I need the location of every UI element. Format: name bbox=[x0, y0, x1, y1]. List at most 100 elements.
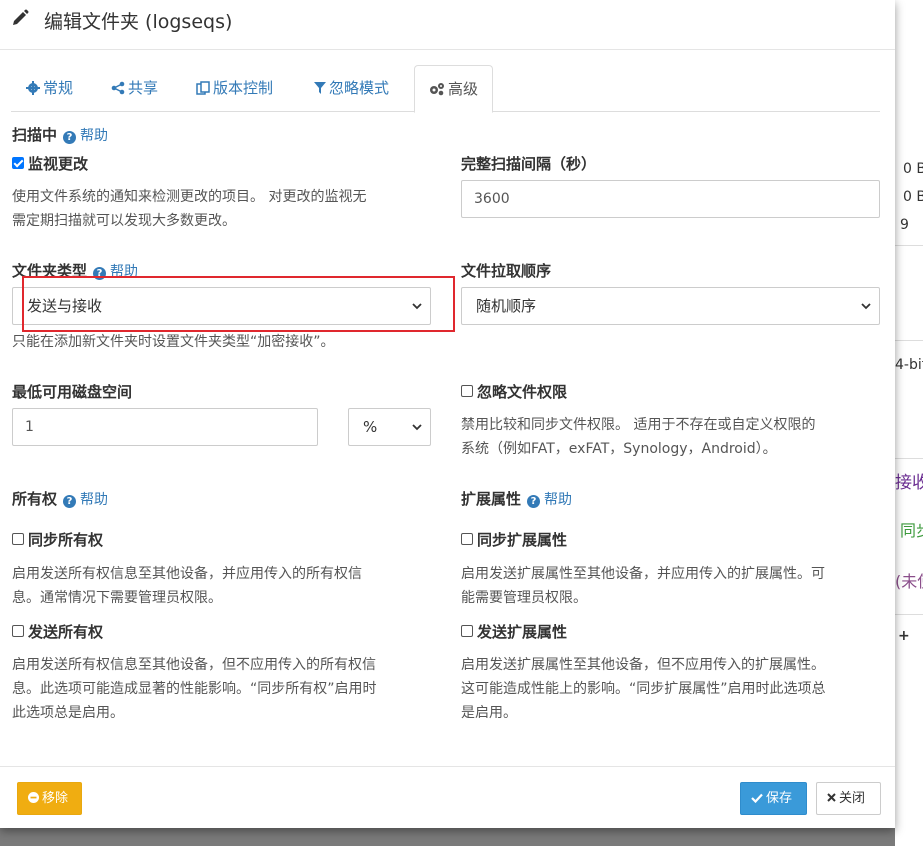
tab-ignore-patterns[interactable]: 忽略模式 bbox=[314, 65, 389, 112]
question-icon: ? bbox=[527, 495, 541, 508]
ignore-permissions-label: 忽略文件权限 bbox=[477, 383, 568, 401]
help-line: 息。通常情况下需要管理员权限。 bbox=[12, 590, 222, 606]
help-line: 禁用比较和同步文件权限。 适用于不存在或自定义权限的 bbox=[461, 417, 816, 433]
tab-label: 常规 bbox=[43, 79, 74, 97]
edit-folder-dialog: 编辑文件夹 (logseqs) 常规 共享 版本控制 忽略模式 高级 扫描中? 帮… bbox=[0, 0, 895, 828]
save-label: 保存 bbox=[766, 791, 793, 806]
pull-order-label: 文件拉取顺序 bbox=[461, 262, 552, 280]
bg-status-text: 同步 bbox=[900, 521, 923, 540]
help-line: 启用发送扩展属性至其他设备，但不应用传入的扩展属性。 bbox=[461, 657, 825, 673]
tab-bar: 常规 共享 版本控制 忽略模式 高级 bbox=[11, 65, 880, 113]
pull-order-value: 随机顺序 bbox=[476, 297, 537, 315]
gear-icon bbox=[26, 81, 40, 95]
bg-unused-text: (未使 bbox=[895, 572, 923, 591]
ignore-permissions-checkbox[interactable]: 忽略文件权限 bbox=[461, 381, 567, 402]
sync-ownership-label: 同步所有权 bbox=[28, 531, 104, 549]
help-label: 帮助 bbox=[544, 492, 573, 508]
send-ownership-label: 发送所有权 bbox=[28, 623, 104, 641]
xattrs-heading: 扩展属性? 帮助 bbox=[461, 488, 572, 509]
sync-ownership-help: 启用发送所有权信息至其他设备，并应用传入的所有权信 息。通常情况下需要管理员权限… bbox=[12, 562, 442, 610]
help-line: 能需要管理员权限。 bbox=[461, 590, 587, 606]
dialog-title: 编辑文件夹 (logseqs) bbox=[44, 11, 233, 33]
scanning-title: 扫描中 bbox=[12, 126, 58, 144]
tab-advanced[interactable]: 高级 bbox=[414, 65, 494, 113]
remove-button[interactable]: 移除 bbox=[17, 782, 82, 815]
ignore-permissions-help: 禁用比较和同步文件权限。 适用于不存在或自定义权限的 系统（例如FAT，exFA… bbox=[461, 413, 891, 461]
help-line: 此选项总是启用。 bbox=[12, 705, 124, 721]
xattrs-help-link[interactable]: ? 帮助 bbox=[527, 492, 572, 508]
scanning-help-link[interactable]: ? 帮助 bbox=[63, 128, 108, 144]
help-line: 使用文件系统的通知来检测更改的项目。 对更改的监视无 bbox=[12, 189, 367, 205]
help-line: 启用发送扩展属性至其他设备，并应用传入的扩展属性。可 bbox=[461, 566, 825, 582]
sync-ownership-checkbox[interactable]: 同步所有权 bbox=[12, 529, 103, 550]
checkbox-icon[interactable] bbox=[12, 157, 24, 169]
checkbox-icon[interactable] bbox=[12, 625, 24, 637]
ownership-help-link[interactable]: ? 帮助 bbox=[63, 492, 108, 508]
ownership-title: 所有权 bbox=[12, 490, 58, 508]
checkbox-icon[interactable] bbox=[461, 625, 473, 637]
rescan-interval-label: 完整扫描间隔（秒） bbox=[461, 155, 597, 173]
scanning-heading: 扫描中? 帮助 bbox=[12, 124, 108, 145]
pencil-icon bbox=[13, 9, 29, 25]
highlight-annotation bbox=[22, 276, 455, 332]
question-icon: ? bbox=[63, 495, 77, 508]
xattrs-title: 扩展属性 bbox=[461, 490, 522, 508]
min-disk-input[interactable]: 1 bbox=[12, 408, 318, 446]
tab-label: 高级 bbox=[448, 80, 479, 98]
copy-icon bbox=[196, 81, 210, 95]
dialog-footer: 移除 保存 关闭 bbox=[0, 766, 895, 828]
help-label: 帮助 bbox=[80, 492, 109, 508]
tab-label: 共享 bbox=[128, 79, 159, 97]
help-label: 帮助 bbox=[80, 128, 109, 144]
remove-label: 移除 bbox=[42, 791, 69, 806]
checkbox-icon[interactable] bbox=[461, 385, 473, 397]
dialog-header: 编辑文件夹 (logseqs) bbox=[0, 0, 895, 50]
bg-type-text: 接收 bbox=[895, 473, 923, 493]
save-button[interactable]: 保存 bbox=[740, 782, 807, 815]
close-icon bbox=[827, 793, 836, 802]
tab-general[interactable]: 常规 bbox=[26, 65, 73, 112]
watch-changes-checkbox[interactable]: 监视更改 bbox=[12, 153, 88, 174]
bg-size-text: 0 B bbox=[903, 161, 923, 177]
min-disk-label: 最低可用磁盘空间 bbox=[12, 383, 133, 401]
tab-sharing[interactable]: 共享 bbox=[111, 65, 158, 112]
help-line: 启用发送所有权信息至其他设备，并应用传入的所有权信 bbox=[12, 566, 362, 582]
minus-circle-icon bbox=[28, 792, 39, 803]
help-line: 息。此选项可能造成显著的性能影响。“同步所有权”启用时 bbox=[12, 681, 377, 697]
background-page: 0 B 0 B 9 4-bit 接收 同步 (未使 + bbox=[895, 0, 923, 846]
bg-count-text: 9 bbox=[900, 217, 909, 233]
tab-label: 版本控制 bbox=[213, 79, 274, 97]
ownership-heading: 所有权? 帮助 bbox=[12, 488, 108, 509]
watch-changes-help: 使用文件系统的通知来检测更改的项目。 对更改的监视无 需定期扫描就可以发现大多数… bbox=[12, 185, 432, 233]
sync-xattrs-help: 启用发送扩展属性至其他设备，并应用传入的扩展属性。可 能需要管理员权限。 bbox=[461, 562, 891, 610]
close-label: 关闭 bbox=[839, 791, 866, 806]
sync-xattrs-label: 同步扩展属性 bbox=[477, 531, 568, 549]
tab-label: 忽略模式 bbox=[329, 79, 390, 97]
min-disk-unit-select[interactable]: % bbox=[348, 408, 431, 446]
chevron-down-icon bbox=[861, 303, 871, 310]
send-xattrs-checkbox[interactable]: 发送扩展属性 bbox=[461, 621, 567, 642]
help-line: 需定期扫描就可以发现大多数更改。 bbox=[12, 213, 236, 229]
send-xattrs-help: 启用发送扩展属性至其他设备，但不应用传入的扩展属性。 这可能造成性能上的影响。“… bbox=[461, 653, 891, 725]
help-line: 系统（例如FAT，exFAT，Synology，Android）。 bbox=[461, 441, 777, 457]
sync-xattrs-checkbox[interactable]: 同步扩展属性 bbox=[461, 529, 567, 550]
bg-size-text: 0 B bbox=[903, 189, 923, 205]
checkbox-icon[interactable] bbox=[12, 533, 24, 545]
question-icon: ? bbox=[63, 131, 77, 144]
share-icon bbox=[111, 81, 125, 95]
check-icon bbox=[751, 793, 763, 804]
bg-arch-text: 4-bit bbox=[895, 357, 923, 373]
gears-icon bbox=[430, 83, 444, 96]
filter-icon bbox=[314, 82, 326, 94]
help-line: 启用发送所有权信息至其他设备，但不应用传入的所有权信 bbox=[12, 657, 376, 673]
tab-versioning[interactable]: 版本控制 bbox=[196, 65, 273, 112]
send-ownership-checkbox[interactable]: 发送所有权 bbox=[12, 621, 103, 642]
rescan-interval-input[interactable]: 3600 bbox=[461, 180, 880, 218]
watch-changes-label: 监视更改 bbox=[28, 155, 89, 173]
min-disk-unit-value: % bbox=[363, 418, 378, 436]
bg-add-text: + bbox=[898, 628, 910, 644]
checkbox-icon[interactable] bbox=[461, 533, 473, 545]
pull-order-select[interactable]: 随机顺序 bbox=[461, 287, 880, 325]
close-button[interactable]: 关闭 bbox=[816, 782, 881, 815]
send-ownership-help: 启用发送所有权信息至其他设备，但不应用传入的所有权信 息。此选项可能造成显著的性… bbox=[12, 653, 442, 725]
